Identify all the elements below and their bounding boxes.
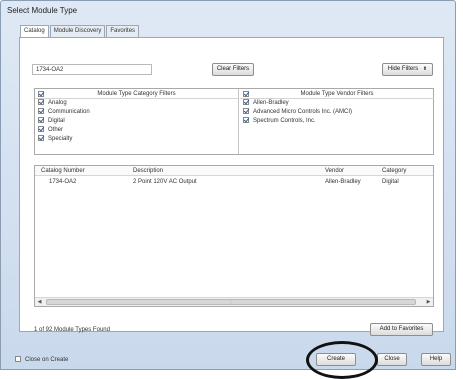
cell-catalog-number: 1734-OA2	[49, 179, 77, 185]
tab-module-discovery[interactable]: Module Discovery	[49, 25, 106, 37]
catalog-panel: 1734-OA2 Clear Filters Hide Filters ⬆ Mo…	[19, 37, 444, 336]
checkbox[interactable]	[38, 135, 44, 142]
vendor-item-allen-bradley[interactable]: Allen-Bradley	[240, 99, 434, 108]
checkbox[interactable]	[243, 117, 249, 124]
vendor-filters-header: Module Type Vendor Filters	[240, 89, 434, 99]
checkbox[interactable]	[38, 99, 44, 106]
category-select-all-checkbox[interactable]	[38, 91, 44, 97]
category-filters: Module Type Category Filters Analog Comm…	[35, 89, 239, 154]
vendor-item-spectrum[interactable]: Spectrum Controls, Inc.	[240, 117, 434, 126]
vendor-select-all-checkbox[interactable]	[243, 91, 249, 97]
close-button[interactable]: Close	[377, 353, 407, 366]
scrollbar-thumb[interactable]: ⋮	[46, 299, 416, 305]
category-item-digital[interactable]: Digital	[35, 117, 238, 126]
category-item-specialty[interactable]: Specialty	[35, 135, 238, 144]
chevron-up-icon: ⬆	[422, 66, 428, 72]
category-item-label: Other	[48, 127, 64, 133]
checkbox[interactable]	[38, 108, 44, 115]
filters-panel: Module Type Category Filters Analog Comm…	[34, 88, 434, 155]
category-item-label: Analog	[48, 100, 67, 106]
hide-filters-button[interactable]: Hide Filters ⬆	[382, 63, 433, 76]
hide-filters-label: Hide Filters	[387, 66, 419, 72]
horizontal-scrollbar[interactable]: ◀ ⋮ ▶	[35, 297, 433, 306]
category-item-other[interactable]: Other	[35, 126, 238, 135]
column-header-vendor[interactable]: Vendor	[325, 166, 344, 176]
catalog-search-input[interactable]: 1734-OA2	[32, 64, 152, 75]
column-header-description[interactable]: Description	[133, 166, 163, 176]
category-filters-header: Module Type Category Filters	[35, 89, 238, 99]
table-header: Catalog Number Description Vendor Catego…	[35, 166, 433, 176]
vendor-filters-title: Module Type Vendor Filters	[300, 91, 374, 97]
table-row[interactable]: 1734-OA2 2 Point 120V AC Output Allen-Br…	[35, 177, 433, 187]
category-item-label: Communication	[48, 109, 90, 115]
help-button[interactable]: Help	[421, 353, 451, 366]
module-results-table: Catalog Number Description Vendor Catego…	[34, 165, 434, 307]
category-item-label: Digital	[48, 118, 65, 124]
checkbox[interactable]	[243, 99, 249, 106]
select-module-type-dialog: Select Module Type Catalog Module Discov…	[0, 0, 456, 379]
category-item-communication[interactable]: Communication	[35, 108, 238, 117]
scroll-right-icon[interactable]: ▶	[424, 298, 433, 306]
close-on-create-option[interactable]: Close on Create	[15, 356, 68, 364]
cell-category: Digital	[382, 179, 399, 185]
highlight-circle-annotation	[306, 341, 378, 379]
category-item-label: Specialty	[48, 136, 73, 142]
clear-filters-button[interactable]: Clear Filters	[212, 63, 254, 76]
add-to-favorites-button[interactable]: Add to Favorites	[370, 323, 433, 336]
checkbox[interactable]	[38, 126, 44, 133]
results-count: 1 of 92 Module Types Found	[34, 327, 110, 333]
cell-vendor: Allen-Bradley	[325, 179, 361, 185]
vendor-item-amci[interactable]: Advanced Micro Controls Inc. (AMCI)	[240, 108, 434, 117]
vendor-filters: Module Type Vendor Filters Allen-Bradley…	[240, 89, 434, 154]
category-item-analog[interactable]: Analog	[35, 99, 238, 108]
column-header-catalog-number[interactable]: Catalog Number	[41, 166, 85, 176]
close-on-create-checkbox[interactable]	[15, 356, 21, 363]
cell-description: 2 Point 120V AC Output	[133, 179, 197, 185]
column-header-category[interactable]: Category	[382, 166, 406, 176]
checkbox[interactable]	[38, 117, 44, 124]
tab-favorites[interactable]: Favorites	[106, 25, 140, 37]
window-title: Select Module Type	[7, 6, 78, 15]
tab-bar: Catalog Module Discovery Favorites	[20, 25, 140, 38]
checkbox[interactable]	[243, 108, 249, 115]
scroll-left-icon[interactable]: ◀	[35, 298, 44, 306]
vendor-item-label: Spectrum Controls, Inc.	[253, 118, 316, 124]
category-filters-title: Module Type Category Filters	[97, 91, 176, 97]
vendor-item-label: Advanced Micro Controls Inc. (AMCI)	[253, 109, 353, 115]
close-on-create-label: Close on Create	[25, 357, 69, 363]
vendor-item-label: Allen-Bradley	[253, 100, 289, 106]
